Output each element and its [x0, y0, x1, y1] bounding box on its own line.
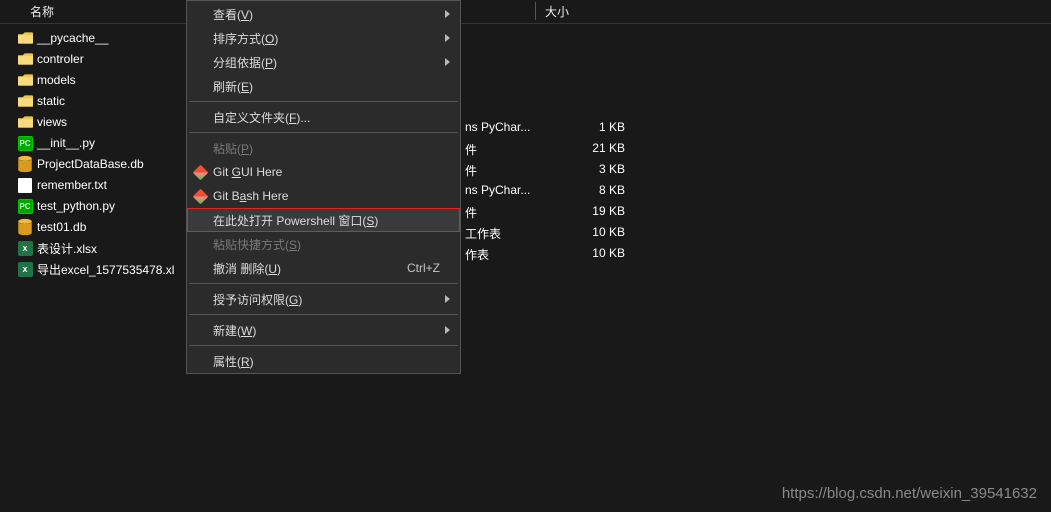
menu-item-label: 在此处打开 Powershell 窗口(S): [213, 212, 378, 229]
column-header-size[interactable]: 大小: [545, 3, 569, 20]
menu-item-label: 授予访问权限(G): [213, 291, 302, 308]
git-icon: [192, 188, 208, 204]
column-header-row: 名称 大小: [0, 0, 1051, 24]
folder-icon: [16, 51, 34, 67]
menu-item[interactable]: 撤消 删除(U) Ctrl+Z: [187, 256, 460, 280]
database-file-icon: [16, 219, 34, 235]
submenu-arrow-icon: [445, 326, 450, 334]
menu-item-label: 粘贴(P): [213, 140, 253, 157]
file-size-text: 19 KB: [580, 204, 625, 218]
text-file-icon: [16, 177, 34, 193]
menu-separator: [189, 345, 458, 346]
file-type-text: 作表: [465, 246, 489, 263]
menu-item[interactable]: 在此处打开 Powershell 窗口(S): [187, 208, 460, 232]
file-row[interactable]: controler: [16, 49, 174, 69]
file-list: __pycache__controlermodelsstaticviewsPC_…: [16, 28, 174, 279]
file-name: remember.txt: [37, 178, 107, 192]
menu-item[interactable]: 属性(R): [187, 349, 460, 373]
watermark-text: https://blog.csdn.net/weixin_39541632: [782, 485, 1037, 502]
file-row[interactable]: remember.txt: [16, 175, 174, 195]
menu-item[interactable]: 分组依据(P): [187, 50, 460, 74]
file-name: models: [37, 73, 76, 87]
menu-item[interactable]: 自定义文件夹(F)...: [187, 105, 460, 129]
file-size-text: 21 KB: [580, 141, 625, 155]
file-row[interactable]: ProjectDataBase.db: [16, 154, 174, 174]
file-type-text: 工作表: [465, 225, 501, 242]
menu-separator: [189, 314, 458, 315]
file-name: 表设计.xlsx: [37, 240, 97, 257]
folder-icon: [16, 72, 34, 88]
file-row[interactable]: PC__init__.py: [16, 133, 174, 153]
file-type-text: 件: [465, 141, 477, 158]
file-name: controler: [37, 52, 84, 66]
file-name: static: [37, 94, 65, 108]
file-row[interactable]: models: [16, 70, 174, 90]
menu-item[interactable]: Git GUI Here: [187, 160, 460, 184]
file-name: test_python.py: [37, 199, 115, 213]
column-header-name[interactable]: 名称: [0, 3, 185, 20]
file-row[interactable]: PCtest_python.py: [16, 196, 174, 216]
menu-item[interactable]: Git Bash Here: [187, 184, 460, 208]
excel-file-icon: x: [16, 240, 34, 256]
file-row[interactable]: static: [16, 91, 174, 111]
submenu-arrow-icon: [445, 10, 450, 18]
file-size-text: 1 KB: [580, 120, 625, 134]
menu-item-label: 新建(W): [213, 322, 256, 339]
file-name: __pycache__: [37, 31, 108, 45]
header-divider: [535, 2, 536, 20]
folder-icon: [16, 114, 34, 130]
submenu-arrow-icon: [445, 58, 450, 66]
file-type-text: 件: [465, 162, 477, 179]
folder-icon: [16, 93, 34, 109]
file-name: test01.db: [37, 220, 86, 234]
file-type-text: ns PyChar...: [465, 183, 530, 197]
menu-item-label: 刷新(E): [213, 78, 253, 95]
menu-item-label: 属性(R): [213, 353, 254, 370]
submenu-arrow-icon: [445, 34, 450, 42]
menu-item-label: 查看(V): [213, 6, 253, 23]
menu-item[interactable]: 查看(V): [187, 2, 460, 26]
file-type-text: 件: [465, 204, 477, 221]
menu-item: 粘贴(P): [187, 136, 460, 160]
python-file-icon: PC: [16, 198, 34, 214]
menu-item-label: 自定义文件夹(F)...: [213, 109, 310, 126]
menu-separator: [189, 132, 458, 133]
submenu-arrow-icon: [445, 295, 450, 303]
file-size-text: 10 KB: [580, 225, 625, 239]
database-file-icon: [16, 156, 34, 172]
file-row[interactable]: x表设计.xlsx: [16, 238, 174, 258]
file-name: 导出excel_1577535478.xl: [37, 261, 174, 278]
file-size-text: 3 KB: [580, 162, 625, 176]
python-file-icon: PC: [16, 135, 34, 151]
folder-icon: [16, 30, 34, 46]
menu-item[interactable]: 新建(W): [187, 318, 460, 342]
menu-item: 粘贴快捷方式(S): [187, 232, 460, 256]
file-row[interactable]: __pycache__: [16, 28, 174, 48]
menu-item[interactable]: 排序方式(O): [187, 26, 460, 50]
file-row[interactable]: test01.db: [16, 217, 174, 237]
file-name: ProjectDataBase.db: [37, 157, 144, 171]
menu-item-label: Git Bash Here: [213, 189, 288, 203]
menu-item[interactable]: 授予访问权限(G): [187, 287, 460, 311]
menu-separator: [189, 101, 458, 102]
file-row[interactable]: x导出excel_1577535478.xl: [16, 259, 174, 279]
menu-item-label: 撤消 删除(U): [213, 260, 281, 277]
menu-shortcut: Ctrl+Z: [407, 261, 440, 275]
menu-item-label: 分组依据(P): [213, 54, 277, 71]
menu-item-label: Git GUI Here: [213, 165, 282, 179]
file-size-text: 8 KB: [580, 183, 625, 197]
menu-item-label: 排序方式(O): [213, 30, 278, 47]
context-menu[interactable]: 查看(V) 排序方式(O) 分组依据(P) 刷新(E) 自定义文件夹(F)... 粘贴(P…: [186, 0, 461, 374]
menu-separator: [189, 283, 458, 284]
menu-item-label: 粘贴快捷方式(S): [213, 236, 301, 253]
git-icon: [192, 164, 208, 180]
file-size-text: 10 KB: [580, 246, 625, 260]
file-row[interactable]: views: [16, 112, 174, 132]
file-name: views: [37, 115, 67, 129]
menu-item[interactable]: 刷新(E): [187, 74, 460, 98]
file-name: __init__.py: [37, 136, 95, 150]
file-type-text: ns PyChar...: [465, 120, 530, 134]
excel-file-icon: x: [16, 261, 34, 277]
